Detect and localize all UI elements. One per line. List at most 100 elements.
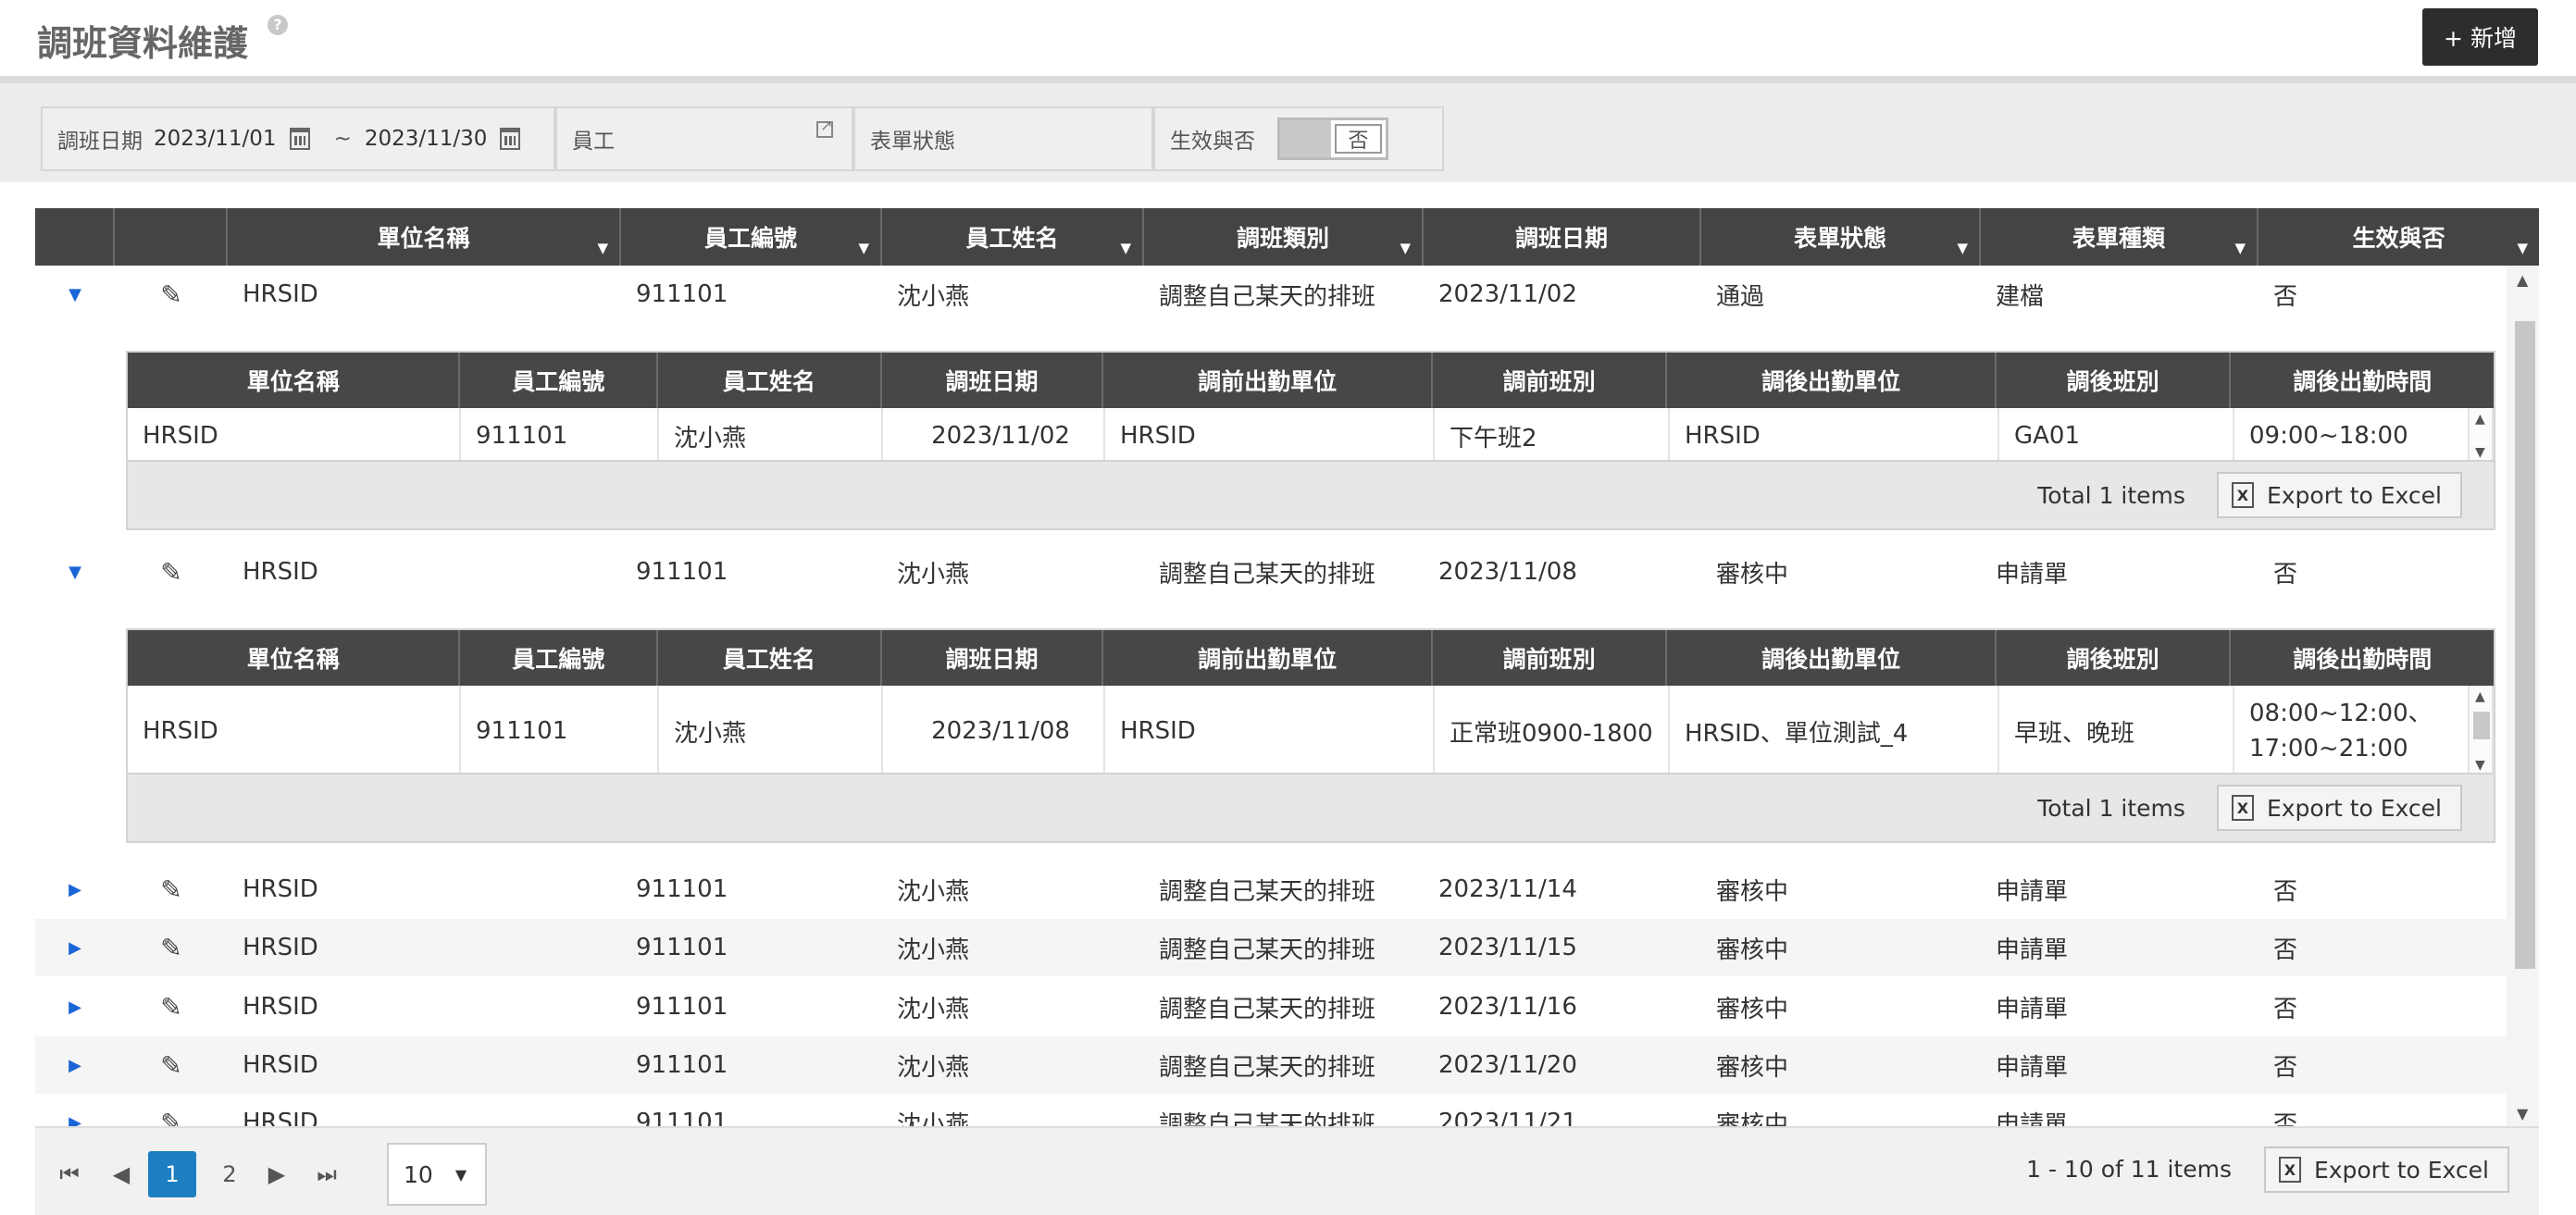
detail-cell: 沈小燕 (659, 686, 883, 776)
scroll-thumb[interactable] (2473, 712, 2490, 739)
filter-bar: 調班日期 2023/11/01 ~ 2023/11/30 員工 表單狀態 生效與… (0, 76, 2576, 182)
employee-field[interactable]: 員工 (555, 106, 853, 171)
add-button[interactable]: + 新增 (2422, 8, 2538, 66)
detail-cell: 911101 (461, 686, 659, 776)
cell-effective: 否 (2273, 1110, 2298, 1127)
page-size-select[interactable]: 10 ▼ (387, 1143, 487, 1206)
filter-icon[interactable]: ▼ (1957, 240, 1968, 256)
open-picker-icon[interactable] (816, 117, 833, 138)
effective-toggle[interactable]: 否 (1277, 118, 1388, 160)
edit-icon[interactable]: ✎ (115, 933, 228, 963)
detail-row[interactable]: HRSID 911101 沈小燕 2023/11/02 HRSID 下午班2 H… (128, 408, 2494, 464)
cell-status: 審核中 (1716, 1053, 1789, 1082)
expand-icon[interactable]: ▶ (35, 1113, 115, 1127)
detail-column-header: 調後出勤時間 (2293, 646, 2433, 673)
expand-icon[interactable]: ▶ (35, 998, 115, 1017)
expand-icon[interactable]: ▶ (35, 938, 115, 958)
table-row[interactable]: ▼ ✎ HRSID 911101 沈小燕 調整自己某天的排班 2023/11/0… (35, 266, 2507, 323)
form-status-placeholder: 表單狀態 (870, 130, 955, 154)
excel-icon: X (2231, 795, 2254, 821)
scroll-thumb[interactable] (2515, 321, 2535, 969)
scroll-down-icon[interactable]: ▼ (2475, 445, 2485, 460)
edit-icon[interactable]: ✎ (115, 1108, 228, 1127)
column-header[interactable]: 調班日期 (1424, 208, 1701, 266)
cell-type: 調整自己某天的排班 (1159, 936, 1376, 964)
table-row[interactable]: ▼ ✎ HRSID 911101 沈小燕 調整自己某天的排班 2023/11/0… (35, 543, 2507, 601)
grid-scrollbar[interactable]: ▲ ▼ (2509, 266, 2539, 1126)
table-row[interactable]: ▶ ✎ HRSID 911101 沈小燕 調整自己某天的排班 2023/11/2… (35, 1094, 2507, 1127)
column-header[interactable]: 員工編號 ▼ (621, 208, 882, 266)
filter-icon[interactable]: ▼ (1400, 240, 1411, 256)
cell-effective: 否 (2273, 936, 2298, 964)
export-excel-button[interactable]: X Export to Excel (2216, 472, 2462, 518)
detail-column-header: 調後班別 (1997, 630, 2232, 686)
filter-icon[interactable]: ▼ (858, 240, 869, 256)
edit-icon[interactable]: ✎ (115, 874, 228, 905)
column-header[interactable]: 表單狀態 ▼ (1701, 208, 1981, 266)
edit-icon[interactable]: ✎ (115, 557, 228, 588)
calendar-icon[interactable] (500, 128, 521, 150)
last-page-icon[interactable]: ⏭ (313, 1151, 341, 1197)
detail-header: 單位名稱 員工編號 員工姓名 調班日期 調前出勤單位 調前班別 調後出勤單位 調… (128, 630, 2494, 686)
column-header[interactable]: 表單種類 ▼ (1981, 208, 2259, 266)
edit-icon[interactable]: ✎ (115, 279, 228, 310)
detail-column-header: 員工姓名 (658, 630, 882, 686)
first-page-icon[interactable]: ⏮ (56, 1151, 83, 1197)
detail-row[interactable]: HRSID 911101 沈小燕 2023/11/08 HRSID 正常班090… (128, 686, 2494, 776)
question-icon[interactable]: ? (268, 15, 288, 35)
expand-icon[interactable]: ▶ (35, 880, 115, 899)
scroll-down-icon[interactable]: ▼ (2517, 1105, 2528, 1122)
cell-type: 調整自己某天的排班 (1159, 1053, 1376, 1082)
cell-effective: 否 (2273, 560, 2298, 589)
table-row[interactable]: ▶ ✎ HRSID 911101 沈小燕 調整自己某天的排班 2023/11/1… (35, 861, 2507, 918)
detail-scrollbar[interactable]: ▲ ▼ (2468, 408, 2494, 464)
detail-scrollbar[interactable]: ▲ ▼ (2468, 686, 2494, 776)
cell-kind: 建檔 (1996, 282, 2045, 311)
edit-icon[interactable]: ✎ (115, 992, 228, 1023)
column-header-label: 表單狀態 (1793, 225, 1886, 252)
detail-cell: 911101 (461, 408, 659, 464)
collapse-icon[interactable]: ▼ (35, 285, 115, 304)
pager: ⏮ ◀ 1 2 ▶ ⏭ 10 ▼ 1 - 10 of 11 items X Exp… (35, 1126, 2539, 1215)
detail-column-header: 單位名稱 (128, 630, 461, 686)
cell-type: 調整自己某天的排班 (1159, 282, 1376, 311)
cell-emp-no: 911101 (636, 1109, 728, 1126)
column-header[interactable]: 單位名稱 ▼ (228, 208, 621, 266)
cell-emp-name: 沈小燕 (897, 995, 970, 1023)
export-excel-button[interactable]: X Export to Excel (2263, 1147, 2509, 1193)
form-status-field[interactable]: 表單狀態 (853, 106, 1153, 171)
next-page-icon[interactable]: ▶ (263, 1151, 291, 1197)
scroll-up-icon[interactable]: ▲ (2517, 271, 2528, 289)
filter-icon[interactable]: ▼ (597, 240, 608, 256)
column-header[interactable]: 員工姓名 ▼ (882, 208, 1144, 266)
column-header[interactable]: 調班類別 ▼ (1144, 208, 1424, 266)
cell-unit: HRSID (243, 934, 318, 961)
export-excel-button[interactable]: X Export to Excel (2216, 785, 2462, 831)
column-header[interactable]: 生效與否 ▼ (2259, 208, 2539, 266)
cell-kind: 申請單 (1996, 877, 2069, 906)
scroll-up-icon[interactable]: ▲ (2475, 412, 2485, 427)
table-row[interactable]: ▶ ✎ HRSID 911101 沈小燕 調整自己某天的排班 2023/11/2… (35, 1036, 2507, 1094)
expand-icon[interactable]: ▶ (35, 1056, 115, 1075)
main-grid: 單位名稱 ▼ 員工編號 ▼ 員工姓名 ▼ 調班類別 ▼ 調班日期 表單狀態 ▼ 表單種類 ▼… (35, 208, 2539, 1215)
table-row[interactable]: ▶ ✎ HRSID 911101 沈小燕 調整自己某天的排班 2023/11/1… (35, 919, 2507, 976)
prev-page-icon[interactable]: ◀ (107, 1151, 135, 1197)
scroll-down-icon[interactable]: ▼ (2475, 758, 2485, 773)
filter-icon[interactable]: ▼ (1120, 240, 1131, 256)
page-button-2[interactable]: 2 (211, 1151, 248, 1197)
edit-column-header (115, 208, 228, 266)
page-button-1[interactable]: 1 (148, 1151, 196, 1197)
filter-icon[interactable]: ▼ (2517, 240, 2528, 256)
scroll-up-icon[interactable]: ▲ (2475, 689, 2485, 704)
filter-icon[interactable]: ▼ (2234, 240, 2246, 256)
cell-emp-no: 911101 (636, 280, 728, 308)
cell-unit: HRSID (243, 875, 318, 903)
calendar-icon[interactable] (289, 128, 310, 150)
edit-icon[interactable]: ✎ (115, 1050, 228, 1081)
cell-kind: 申請單 (1996, 1110, 2069, 1127)
date-to-input[interactable]: 2023/11/30 (365, 127, 488, 151)
date-from-input[interactable]: 2023/11/01 (154, 127, 277, 151)
collapse-icon[interactable]: ▼ (35, 563, 115, 582)
cell-status: 通過 (1716, 282, 1765, 311)
table-row[interactable]: ▶ ✎ HRSID 911101 沈小燕 調整自己某天的排班 2023/11/1… (35, 978, 2507, 1035)
